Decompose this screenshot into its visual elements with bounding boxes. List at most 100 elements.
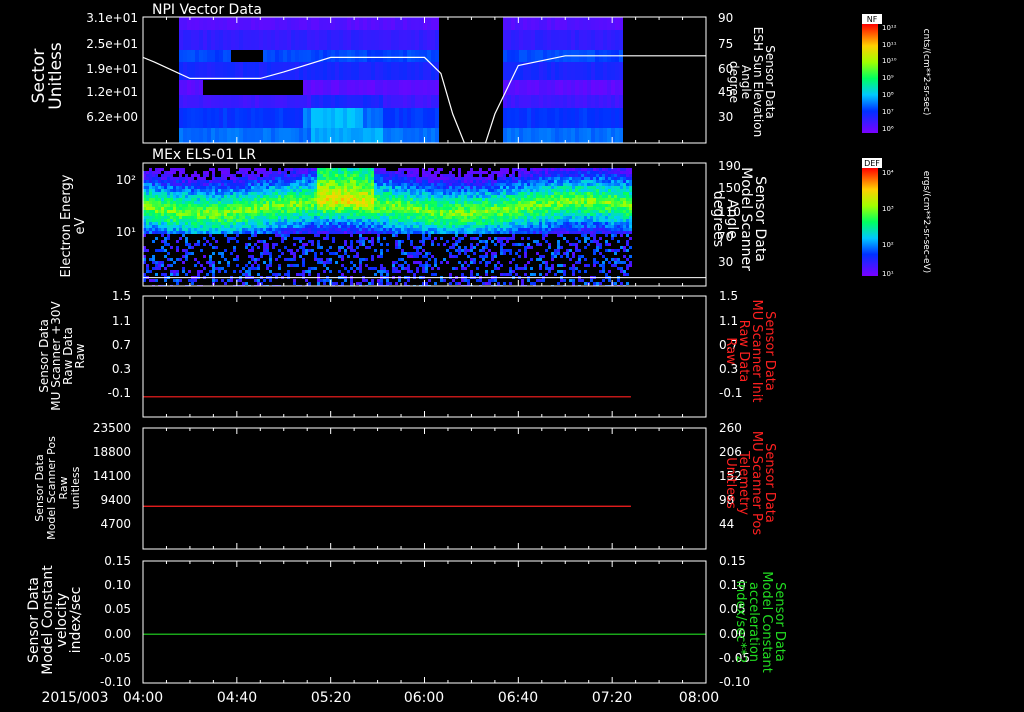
heatmap-cell xyxy=(347,183,350,186)
heatmap-cell xyxy=(503,192,506,195)
heatmap-cell xyxy=(209,222,212,225)
heatmap-cell xyxy=(440,198,443,201)
heatmap-cell xyxy=(167,171,170,174)
heatmap-cell xyxy=(593,177,596,180)
heatmap-cell xyxy=(359,267,362,270)
heatmap-cell xyxy=(185,201,188,204)
heatmap-cell xyxy=(386,219,389,222)
heatmap-cell xyxy=(176,186,179,189)
heatmap-cell xyxy=(326,258,329,261)
heatmap-cell xyxy=(581,231,584,234)
heatmap-cell xyxy=(197,183,200,186)
heatmap-cell xyxy=(587,198,590,201)
heatmap-cell xyxy=(260,231,263,234)
heatmap-cell xyxy=(554,201,557,204)
heatmap-cell xyxy=(407,174,410,177)
heatmap-cell xyxy=(488,192,491,195)
heatmap-cell xyxy=(158,213,161,216)
heatmap-cell xyxy=(374,168,377,171)
heatmap-cell xyxy=(488,180,491,183)
heatmap-cell xyxy=(512,237,515,240)
heatmap-cell xyxy=(259,108,263,128)
heatmap-cell xyxy=(470,225,473,228)
heatmap-cell xyxy=(203,216,206,219)
heatmap-cell xyxy=(527,189,530,192)
heatmap-cell xyxy=(419,192,422,195)
heatmap-cell xyxy=(344,183,347,186)
heatmap-cell xyxy=(443,210,446,213)
heatmap-cell xyxy=(455,186,458,189)
heatmap-cell xyxy=(422,264,425,267)
heatmap-cell xyxy=(257,210,260,213)
heatmap-cell xyxy=(519,128,523,143)
heatmap-cell xyxy=(170,207,173,210)
heatmap-cell xyxy=(596,210,599,213)
heatmap-cell xyxy=(173,186,176,189)
heatmap-cell xyxy=(215,180,218,183)
heatmap-cell xyxy=(347,128,351,143)
heatmap-cell xyxy=(449,282,452,285)
heatmap-cell xyxy=(215,225,218,228)
heatmap-cell xyxy=(524,249,527,252)
heatmap-cell xyxy=(404,174,407,177)
heatmap-cell xyxy=(554,204,557,207)
heatmap-cell xyxy=(410,228,413,231)
heatmap-cell xyxy=(335,189,338,192)
heatmap-cell xyxy=(596,198,599,201)
heatmap-cell xyxy=(185,186,188,189)
heatmap-cell xyxy=(251,210,254,213)
heatmap-cell xyxy=(203,267,206,270)
heatmap-cell xyxy=(419,189,422,192)
heatmap-cell xyxy=(545,192,548,195)
heatmap-cell xyxy=(389,192,392,195)
heatmap-cell xyxy=(269,195,272,198)
heatmap-cell xyxy=(218,189,221,192)
heatmap-cell xyxy=(407,255,410,258)
heatmap-cell xyxy=(212,171,215,174)
heatmap-cell xyxy=(407,17,411,30)
heatmap-cell xyxy=(422,180,425,183)
heatmap-cell xyxy=(452,207,455,210)
heatmap-cell xyxy=(284,192,287,195)
heatmap-cell xyxy=(371,168,374,171)
heatmap-cell xyxy=(479,231,482,234)
heatmap-cell xyxy=(233,225,236,228)
heatmap-cell xyxy=(560,177,563,180)
heatmap-cell xyxy=(488,261,491,264)
heatmap-cell xyxy=(209,234,212,237)
heatmap-cell xyxy=(419,198,422,201)
heatmap-cell xyxy=(557,222,560,225)
heatmap-cell xyxy=(290,180,293,183)
heatmap-cell xyxy=(533,204,536,207)
heatmap-cell xyxy=(320,195,323,198)
heatmap-cell xyxy=(323,237,326,240)
heatmap-cell xyxy=(224,282,227,285)
heatmap-cell xyxy=(341,228,344,231)
heatmap-cell xyxy=(233,204,236,207)
heatmap-cell xyxy=(284,216,287,219)
heatmap-cell xyxy=(320,183,323,186)
heatmap-cell xyxy=(603,95,607,108)
heatmap-cell xyxy=(296,222,299,225)
heatmap-cell xyxy=(521,183,524,186)
heatmap-cell xyxy=(387,95,391,108)
heatmap-cell xyxy=(317,192,320,195)
heatmap-cell xyxy=(242,168,245,171)
heatmap-cell xyxy=(386,201,389,204)
heatmap-cell xyxy=(296,231,299,234)
heatmap-cell xyxy=(530,189,533,192)
heatmap-cell xyxy=(464,213,467,216)
heatmap-cell xyxy=(567,62,571,80)
heatmap-cell xyxy=(461,207,464,210)
heatmap-cell xyxy=(200,207,203,210)
heatmap-cell xyxy=(401,264,404,267)
heatmap-cell xyxy=(527,204,530,207)
heatmap-cell xyxy=(569,267,572,270)
heatmap-cell xyxy=(155,279,158,282)
heatmap-cell xyxy=(368,174,371,177)
heatmap-cell xyxy=(539,195,542,198)
heatmap-cell xyxy=(572,192,575,195)
heatmap-cell xyxy=(251,189,254,192)
heatmap-cell xyxy=(473,213,476,216)
heatmap-cell xyxy=(572,204,575,207)
